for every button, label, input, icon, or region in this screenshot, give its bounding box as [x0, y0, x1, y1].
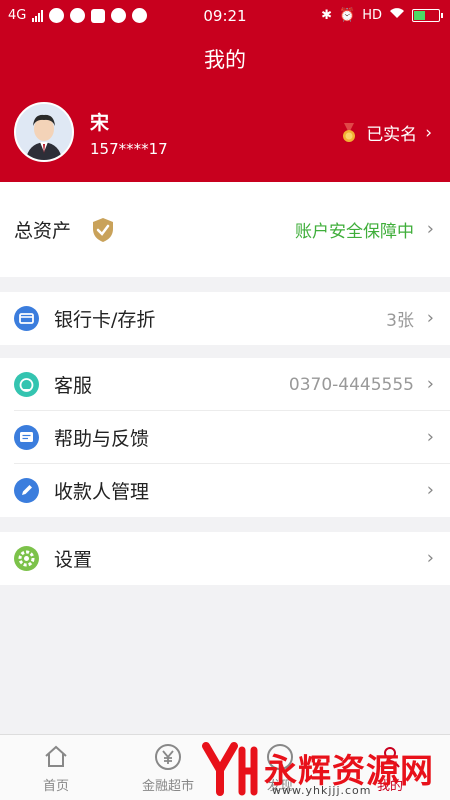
- help-feedback-label: 帮助与反馈: [54, 428, 150, 450]
- nav-home-label: 首页: [42, 779, 69, 794]
- medal-icon: [340, 122, 358, 143]
- customer-service-icon: [14, 372, 39, 397]
- bank-card-section: 银行卡/存折 3张 ›: [0, 292, 450, 345]
- help-feedback-row[interactable]: 帮助与反馈 ›: [0, 411, 450, 464]
- user-phone: 157****17: [90, 140, 168, 158]
- chevron-right-icon: ›: [426, 425, 434, 447]
- chevron-right-icon: ›: [425, 122, 432, 143]
- home-icon: [42, 743, 70, 771]
- hd-label: HD: [362, 7, 382, 23]
- yuan-icon: [154, 743, 182, 771]
- gear-icon: [14, 546, 39, 571]
- payee-management-label: 收款人管理: [54, 481, 150, 503]
- battery-icon: [412, 8, 443, 22]
- watermark-url: www.yhkjjj.com: [272, 784, 372, 797]
- bank-card-count: 3张: [386, 311, 414, 331]
- settings-row[interactable]: 设置 ›: [0, 532, 450, 585]
- nav-home[interactable]: 首页: [6, 743, 106, 794]
- security-status: 账户安全保障中: [295, 222, 414, 242]
- pencil-icon: [14, 478, 39, 503]
- bank-card-row[interactable]: 银行卡/存折 3张 ›: [0, 292, 450, 345]
- wifi-icon: [389, 7, 405, 23]
- payee-management-row[interactable]: 收款人管理 ›: [0, 464, 450, 517]
- chat-bubble-icon: [14, 425, 39, 450]
- watermark: 永辉资源网 www.yhkjjj.com: [200, 740, 440, 800]
- assets-card: 总资产 账户安全保障中 ›: [0, 182, 450, 277]
- customer-service-phone[interactable]: 0370-4445555: [289, 375, 414, 395]
- verified-label: 已实名: [366, 125, 418, 145]
- chevron-right-icon: ›: [426, 546, 434, 568]
- chevron-right-icon: ›: [426, 478, 434, 500]
- bank-card-icon: [14, 306, 39, 331]
- bluetooth-icon: ✱: [321, 7, 333, 23]
- chevron-right-icon: ›: [426, 372, 434, 394]
- customer-service-row[interactable]: 客服 0370-4445555 ›: [0, 358, 450, 411]
- page-title: 我的: [204, 48, 246, 72]
- status-bar: 4G 09:21 ✱ ⏰ HD: [0, 0, 450, 32]
- user-name: 宋: [90, 112, 110, 134]
- watermark-logo: [202, 742, 258, 796]
- profile-section[interactable]: 宋 157****17 已实名 ›: [0, 100, 450, 172]
- service-section: 客服 0370-4445555 › 帮助与反馈 › 收款人管理 ›: [0, 358, 450, 517]
- alarm-icon: ⏰: [339, 7, 356, 23]
- shield-check-icon: [92, 217, 114, 243]
- assets-label: 总资产: [14, 220, 72, 242]
- settings-label: 设置: [54, 549, 93, 571]
- settings-section: 设置 ›: [0, 532, 450, 585]
- chevron-right-icon: ›: [426, 306, 434, 328]
- verified-status[interactable]: 已实名 ›: [340, 120, 432, 145]
- avatar[interactable]: [14, 102, 74, 162]
- nav-finance-market-label: 金融超市: [141, 779, 194, 794]
- customer-service-label: 客服: [54, 375, 93, 397]
- bank-card-label: 银行卡/存折: [54, 309, 156, 331]
- assets-row[interactable]: 总资产 账户安全保障中 ›: [0, 182, 450, 277]
- chevron-right-icon: ›: [426, 217, 434, 239]
